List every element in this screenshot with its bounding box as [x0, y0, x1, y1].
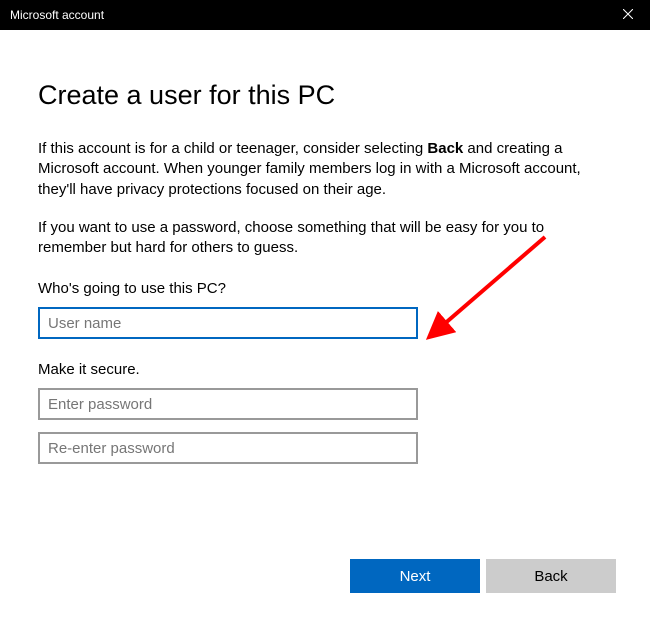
back-button[interactable]: Back [486, 559, 616, 593]
username-input[interactable] [38, 307, 418, 339]
secure-section-label: Make it secure. [38, 361, 612, 378]
description-2: If you want to use a password, choose so… [38, 218, 612, 259]
password-input[interactable] [38, 388, 418, 420]
description-1-bold: Back [427, 140, 463, 157]
page-title: Create a user for this PC [38, 80, 612, 111]
titlebar-title: Microsoft account [10, 8, 104, 22]
description-1: If this account is for a child or teenag… [38, 139, 612, 200]
description-1-prefix: If this account is for a child or teenag… [38, 140, 427, 157]
close-button[interactable] [605, 0, 650, 30]
content-area: Create a user for this PC If this accoun… [0, 30, 650, 464]
titlebar: Microsoft account [0, 0, 650, 30]
confirm-password-input[interactable] [38, 432, 418, 464]
button-bar: Next Back [350, 559, 616, 593]
username-section-label: Who's going to use this PC? [38, 280, 612, 297]
next-button[interactable]: Next [350, 559, 480, 593]
close-icon [623, 8, 633, 22]
